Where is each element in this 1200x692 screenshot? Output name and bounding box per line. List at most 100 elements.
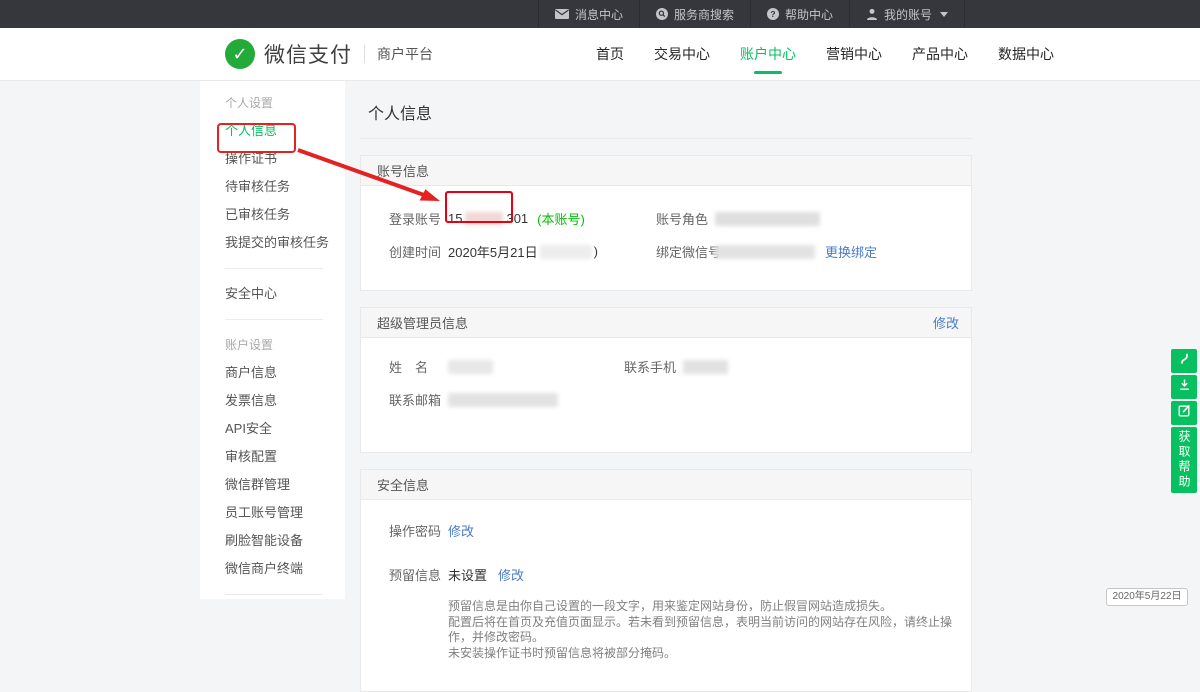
sidebar-divider bbox=[225, 319, 323, 320]
wechat-pay-logo-icon: ✓ bbox=[225, 39, 255, 69]
page-title: 个人信息 bbox=[360, 81, 972, 139]
topbar-item-label: 服务商搜索 bbox=[674, 6, 734, 23]
redacted-contact-phone bbox=[683, 360, 728, 374]
edit-reserved-info-link[interactable]: 修改 bbox=[498, 565, 524, 584]
edit-icon bbox=[1178, 404, 1191, 422]
card-title: 安全信息 bbox=[377, 475, 429, 494]
brand-name: 微信支付 bbox=[264, 39, 352, 69]
rebind-link[interactable]: 更换绑定 bbox=[825, 242, 877, 261]
sidebar-item-my-submitted-tasks[interactable]: 我提交的审核任务 bbox=[225, 229, 345, 257]
sidebar-section-personal-settings: 个人设置 bbox=[225, 89, 345, 117]
reserved-info-label: 预留信息 bbox=[389, 565, 448, 584]
sidebar-divider bbox=[225, 268, 323, 269]
description-line: 配置后将在首页及充值页面显示。若未看到预留信息，表明当前访问的网站存在风险，请终… bbox=[448, 615, 971, 646]
feedback-button[interactable] bbox=[1171, 401, 1197, 425]
topbar-item-provider-search[interactable]: 服务商搜索 bbox=[639, 0, 750, 28]
login-account-prefix: 15 bbox=[448, 211, 462, 226]
nav-account-center[interactable]: 账户中心 bbox=[734, 28, 802, 80]
floating-help-bar: 获取帮助 bbox=[1171, 349, 1197, 493]
redacted-created-time bbox=[540, 245, 592, 259]
sidebar-item-wechat-merchant-terminal[interactable]: 微信商户终端 bbox=[225, 555, 345, 583]
sidebar-item-staff-account-mgmt[interactable]: 员工账号管理 bbox=[225, 499, 345, 527]
sidebar-item-merchant-info[interactable]: 商户信息 bbox=[225, 359, 345, 387]
sidebar-item-security-center[interactable]: 安全中心 bbox=[225, 280, 345, 308]
brand-divider bbox=[364, 45, 365, 63]
description-line: 未安装操作证书时预留信息将被部分掩码。 bbox=[448, 646, 971, 662]
created-date: 2020年5月21日 bbox=[448, 242, 538, 261]
redacted-login-digits bbox=[465, 212, 503, 225]
sidebar-item-reviewed-tasks[interactable]: 已审核任务 bbox=[225, 201, 345, 229]
redacted-contact-email bbox=[448, 393, 558, 407]
redacted-account-role bbox=[715, 212, 820, 226]
sidebar: 个人设置 个人信息 操作证书 待审核任务 已审核任务 我提交的审核任务 安全中心… bbox=[200, 81, 345, 599]
topbar-item-my-account[interactable]: 我的账号 bbox=[849, 0, 965, 28]
contact-email-label: 联系邮箱 bbox=[389, 390, 448, 409]
bound-wechat-label: 绑定微信号 bbox=[656, 242, 715, 261]
sidebar-item-face-smart-device[interactable]: 刷脸智能设备 bbox=[225, 527, 345, 555]
main-nav: 首页 交易中心 账户中心 营销中心 产品中心 数据中心 bbox=[590, 28, 1060, 80]
main-content: 个人信息 账号信息 登录账号 15 301 (本账号) 账号角色 bbox=[360, 81, 972, 692]
operation-password-label: 操作密码 bbox=[389, 521, 448, 540]
hotline-link-button[interactable] bbox=[1171, 349, 1197, 373]
download-button[interactable] bbox=[1171, 375, 1197, 399]
card-title: 超级管理员信息 bbox=[377, 313, 468, 332]
login-account-suffix: 301 bbox=[506, 211, 528, 226]
account-role-label: 账号角色 bbox=[656, 209, 715, 228]
user-icon bbox=[866, 8, 878, 20]
security-info-card-header: 安全信息 bbox=[361, 470, 971, 500]
card-title: 账号信息 bbox=[377, 161, 429, 180]
download-icon bbox=[1178, 378, 1191, 396]
svg-text:?: ? bbox=[770, 9, 775, 19]
sidebar-item-review-config[interactable]: 审核配置 bbox=[225, 443, 345, 471]
sidebar-section-account-settings: 账户设置 bbox=[225, 331, 345, 359]
get-help-button[interactable]: 获取帮助 bbox=[1171, 427, 1197, 493]
sidebar-item-personal-info[interactable]: 个人信息 bbox=[225, 117, 345, 145]
login-account-value: 15 301 bbox=[448, 211, 528, 226]
brand-area: ✓ 微信支付 商户平台 bbox=[225, 28, 433, 80]
sidebar-divider bbox=[225, 594, 323, 595]
contact-phone-label: 联系手机 bbox=[624, 357, 683, 376]
created-time-label: 创建时间 bbox=[389, 242, 448, 261]
login-account-label: 登录账号 bbox=[389, 209, 448, 228]
help-icon: ? bbox=[767, 8, 779, 20]
edit-admin-link[interactable]: 修改 bbox=[933, 313, 959, 332]
topbar-item-label: 我的账号 bbox=[884, 6, 932, 23]
topbar-item-help-center[interactable]: ? 帮助中心 bbox=[750, 0, 849, 28]
nav-transaction-center[interactable]: 交易中心 bbox=[648, 28, 716, 80]
super-admin-card-header: 超级管理员信息 修改 bbox=[361, 308, 971, 338]
description-line: 预留信息是由你自己设置的一段文字，用来鉴定网站身份，防止假冒网站造成损失。 bbox=[448, 599, 971, 615]
message-icon bbox=[555, 9, 569, 19]
nav-data-center[interactable]: 数据中心 bbox=[992, 28, 1060, 80]
account-info-card: 账号信息 登录账号 15 301 (本账号) 账号角色 创建时间 bbox=[360, 155, 972, 291]
chevron-down-icon bbox=[940, 12, 948, 17]
nav-home[interactable]: 首页 bbox=[590, 28, 630, 80]
reserved-info-description: 预留信息是由你自己设置的一段文字，用来鉴定网站身份，防止假冒网站造成损失。 配置… bbox=[448, 599, 971, 661]
topbar: 消息中心 服务商搜索 ? 帮助中心 我的账号 bbox=[0, 0, 1200, 28]
nav-product-center[interactable]: 产品中心 bbox=[906, 28, 974, 80]
sidebar-item-invoice-info[interactable]: 发票信息 bbox=[225, 387, 345, 415]
header: ✓ 微信支付 商户平台 首页 交易中心 账户中心 营销中心 产品中心 数据中心 bbox=[0, 28, 1200, 81]
reserved-info-status: 未设置 bbox=[448, 565, 487, 584]
search-icon bbox=[656, 8, 668, 20]
super-admin-card: 超级管理员信息 修改 姓 名 联系手机 联系邮箱 bbox=[360, 307, 972, 453]
created-time-value: 2020年5月21日) bbox=[448, 242, 598, 261]
link-icon bbox=[1178, 352, 1191, 370]
sidebar-item-operation-certificate[interactable]: 操作证书 bbox=[225, 145, 345, 173]
topbar-item-label: 帮助中心 bbox=[785, 6, 833, 23]
topbar-item-label: 消息中心 bbox=[575, 6, 623, 23]
admin-name-label: 姓 名 bbox=[389, 357, 448, 376]
nav-marketing-center[interactable]: 营销中心 bbox=[820, 28, 888, 80]
edit-password-link[interactable]: 修改 bbox=[448, 521, 474, 540]
created-tail: ) bbox=[594, 244, 598, 259]
portal-name: 商户平台 bbox=[377, 44, 433, 64]
topbar-item-message-center[interactable]: 消息中心 bbox=[538, 0, 639, 28]
redacted-admin-name bbox=[448, 360, 493, 374]
current-account-tag: (本账号) bbox=[537, 209, 585, 228]
sidebar-item-pending-review-tasks[interactable]: 待审核任务 bbox=[225, 173, 345, 201]
sidebar-item-api-security[interactable]: API安全 bbox=[225, 415, 345, 443]
sidebar-item-wechat-group-mgmt[interactable]: 微信群管理 bbox=[225, 471, 345, 499]
date-tooltip: 2020年5月22日 bbox=[1106, 588, 1188, 606]
security-info-card: 安全信息 操作密码 修改 预留信息 未设置 修改 预留信息是由你自己设置的一段文… bbox=[360, 469, 972, 692]
account-info-card-header: 账号信息 bbox=[361, 156, 971, 186]
redacted-wechat-id bbox=[715, 245, 815, 259]
